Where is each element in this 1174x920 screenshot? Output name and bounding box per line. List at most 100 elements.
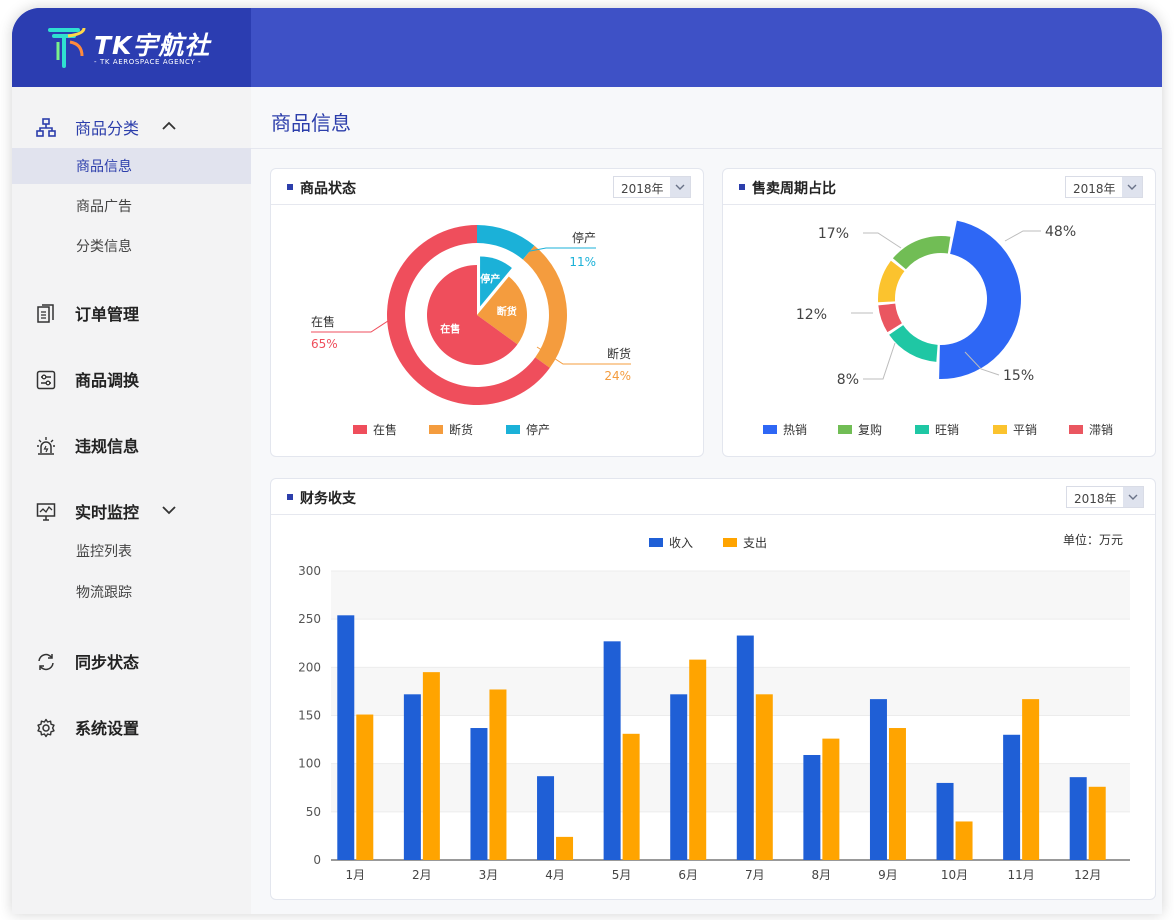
bar-income xyxy=(936,782,954,860)
documents-icon xyxy=(37,304,54,323)
card-finance: 财务收支 2018年 收入 支出 单位：万元 0 50 100 150 200 250 30… xyxy=(270,478,1156,900)
legend-item-brisk[interactable]: 旺销 xyxy=(915,421,959,438)
slice-name-label: 在售 xyxy=(311,314,335,329)
sitemap-icon xyxy=(36,118,56,137)
x-tick-label: 2月 xyxy=(412,868,432,882)
bar-expense xyxy=(422,672,440,860)
bar-expense xyxy=(955,821,973,860)
sidebar-group-monitoring[interactable]: 实时监控 xyxy=(12,496,251,526)
slice-value-label: 48% xyxy=(1045,224,1076,240)
legend-item-hot[interactable]: 热销 xyxy=(763,421,807,438)
sidebar-item-logistics[interactable]: 物流跟踪 xyxy=(12,574,251,610)
slice-name-label: 断货 xyxy=(607,346,631,361)
bar-income xyxy=(537,776,555,860)
legend-swatch xyxy=(838,425,852,434)
bar-income xyxy=(736,635,754,860)
slice-value-label: 11% xyxy=(569,255,596,269)
bar-expense xyxy=(1088,786,1106,860)
legend-item-flat[interactable]: 平销 xyxy=(993,421,1037,438)
bar-expense xyxy=(822,738,840,860)
legend-swatch xyxy=(506,425,520,434)
bar-income xyxy=(1069,777,1087,860)
legend-item-outofstock[interactable]: 断货 xyxy=(429,421,473,438)
bar-income xyxy=(803,754,821,860)
legend-label: 滞销 xyxy=(1089,423,1114,437)
donut-slice xyxy=(878,303,902,333)
x-tick-label: 11月 xyxy=(1007,868,1034,882)
donut-slice xyxy=(878,260,905,303)
legend-label: 旺销 xyxy=(935,423,960,437)
sidebar-group-exchange[interactable]: 商品调换 xyxy=(12,364,251,394)
legend-item-discontinued[interactable]: 停产 xyxy=(506,421,550,438)
legend-item-onsale[interactable]: 在售 xyxy=(353,421,397,438)
legend-label: 停产 xyxy=(526,423,551,437)
main-content: 商品信息 商品状态 2018年 停产 断货 在售 在售 65% 停产 11% 断货 24% 在售… xyxy=(251,87,1162,914)
sidebar-group-settings[interactable]: 系统设置 xyxy=(12,712,251,742)
outer-ring-slice xyxy=(477,225,535,260)
bar-income xyxy=(403,694,421,860)
sidebar-group-label: 商品分类 xyxy=(75,119,140,138)
sidebar-item-label: 商品广告 xyxy=(76,199,132,215)
sidebar-item-product-info[interactable]: 商品信息 xyxy=(12,148,251,184)
legend-swatch xyxy=(1069,425,1083,434)
chevron-down-icon[interactable] xyxy=(162,504,176,516)
finance-bar-chart: 0 50 100 150 200 250 300 1月 2月 3月 4月 5月 6月 7月 8月 9月 10月 1… xyxy=(298,564,1130,882)
y-tick-label: 200 xyxy=(298,660,321,674)
legend-swatch xyxy=(993,425,1007,434)
sidebar-item-category-info[interactable]: 分类信息 xyxy=(12,228,251,264)
bar-expense xyxy=(689,659,707,860)
sync-icon xyxy=(38,653,54,671)
slice-value-label: 17% xyxy=(818,226,849,242)
x-tick-label: 4月 xyxy=(545,868,565,882)
bar-expense xyxy=(1022,699,1040,860)
legend-label: 复购 xyxy=(858,423,883,437)
y-tick-label: 100 xyxy=(298,757,321,771)
bar-expense xyxy=(556,836,574,860)
sidebar-group-sync[interactable]: 同步状态 xyxy=(12,646,251,676)
legend-item-slow[interactable]: 滞销 xyxy=(1069,421,1113,438)
legend-label: 平销 xyxy=(1013,423,1038,437)
y-tick-label: 300 xyxy=(298,564,321,578)
app-window: TK宇航社 - TK AEROSPACE AGENCY - 商品分类 商品信息 … xyxy=(12,8,1162,914)
sidebar-group-product-category[interactable]: 商品分类 xyxy=(12,112,251,142)
status-pie-chart: 停产断货在售在售65%停产11%断货24% xyxy=(311,225,631,405)
sidebar-group-violations[interactable]: 违规信息 xyxy=(12,430,251,460)
x-tick-label: 7月 xyxy=(745,868,765,882)
monitor-icon xyxy=(36,503,56,521)
slice-value-label: 24% xyxy=(604,369,631,383)
sidebar-group-orders[interactable]: 订单管理 xyxy=(12,298,251,328)
x-tick-label: 1月 xyxy=(345,868,365,882)
grid-band xyxy=(331,571,1130,620)
chevron-up-icon[interactable] xyxy=(162,120,176,132)
x-tick-label: 3月 xyxy=(479,868,499,882)
x-tick-label: 9月 xyxy=(878,868,898,882)
slice-inner-label: 停产 xyxy=(480,272,500,285)
bar-expense xyxy=(888,728,906,860)
donut-slice xyxy=(892,236,951,270)
legend-item-repurchase[interactable]: 复购 xyxy=(838,421,882,438)
card-sales-cycle: 售卖周期占比 2018年 48% 15% 8% 12% 17% 热销 复购 旺销 平销 … xyxy=(722,168,1156,457)
bar-expense xyxy=(755,694,773,860)
sidebar-item-product-ads[interactable]: 商品广告 xyxy=(12,188,251,224)
leader-line xyxy=(863,342,896,380)
x-tick-label: 8月 xyxy=(812,868,832,882)
legend-label: 在售 xyxy=(373,423,398,437)
sidebar-item-monitor-list[interactable]: 监控列表 xyxy=(12,533,251,569)
bar-income xyxy=(603,641,621,860)
sidebar-group-label: 实时监控 xyxy=(75,503,140,522)
y-tick-label: 150 xyxy=(298,709,321,723)
slice-value-label: 65% xyxy=(311,337,338,351)
bar-income xyxy=(670,694,688,860)
card-product-status: 商品状态 2018年 停产 断货 在售 在售 65% 停产 11% 断货 24% 在售 断货 停… xyxy=(270,168,704,457)
cycle-donut-chart: 48% 15% 8% 12% 17% xyxy=(796,220,1076,388)
bar-income xyxy=(869,699,887,860)
sidebar-group-label: 违规信息 xyxy=(75,437,140,456)
logo-area[interactable]: TK宇航社 - TK AEROSPACE AGENCY - xyxy=(12,8,251,87)
bar-expense xyxy=(622,733,640,860)
gear-icon xyxy=(37,718,55,738)
sidebar-item-label: 分类信息 xyxy=(76,239,132,255)
slice-inner-label: 断货 xyxy=(497,305,517,318)
donut-slice xyxy=(939,220,1022,379)
sliders-icon xyxy=(36,370,56,390)
leader-line xyxy=(863,232,902,249)
